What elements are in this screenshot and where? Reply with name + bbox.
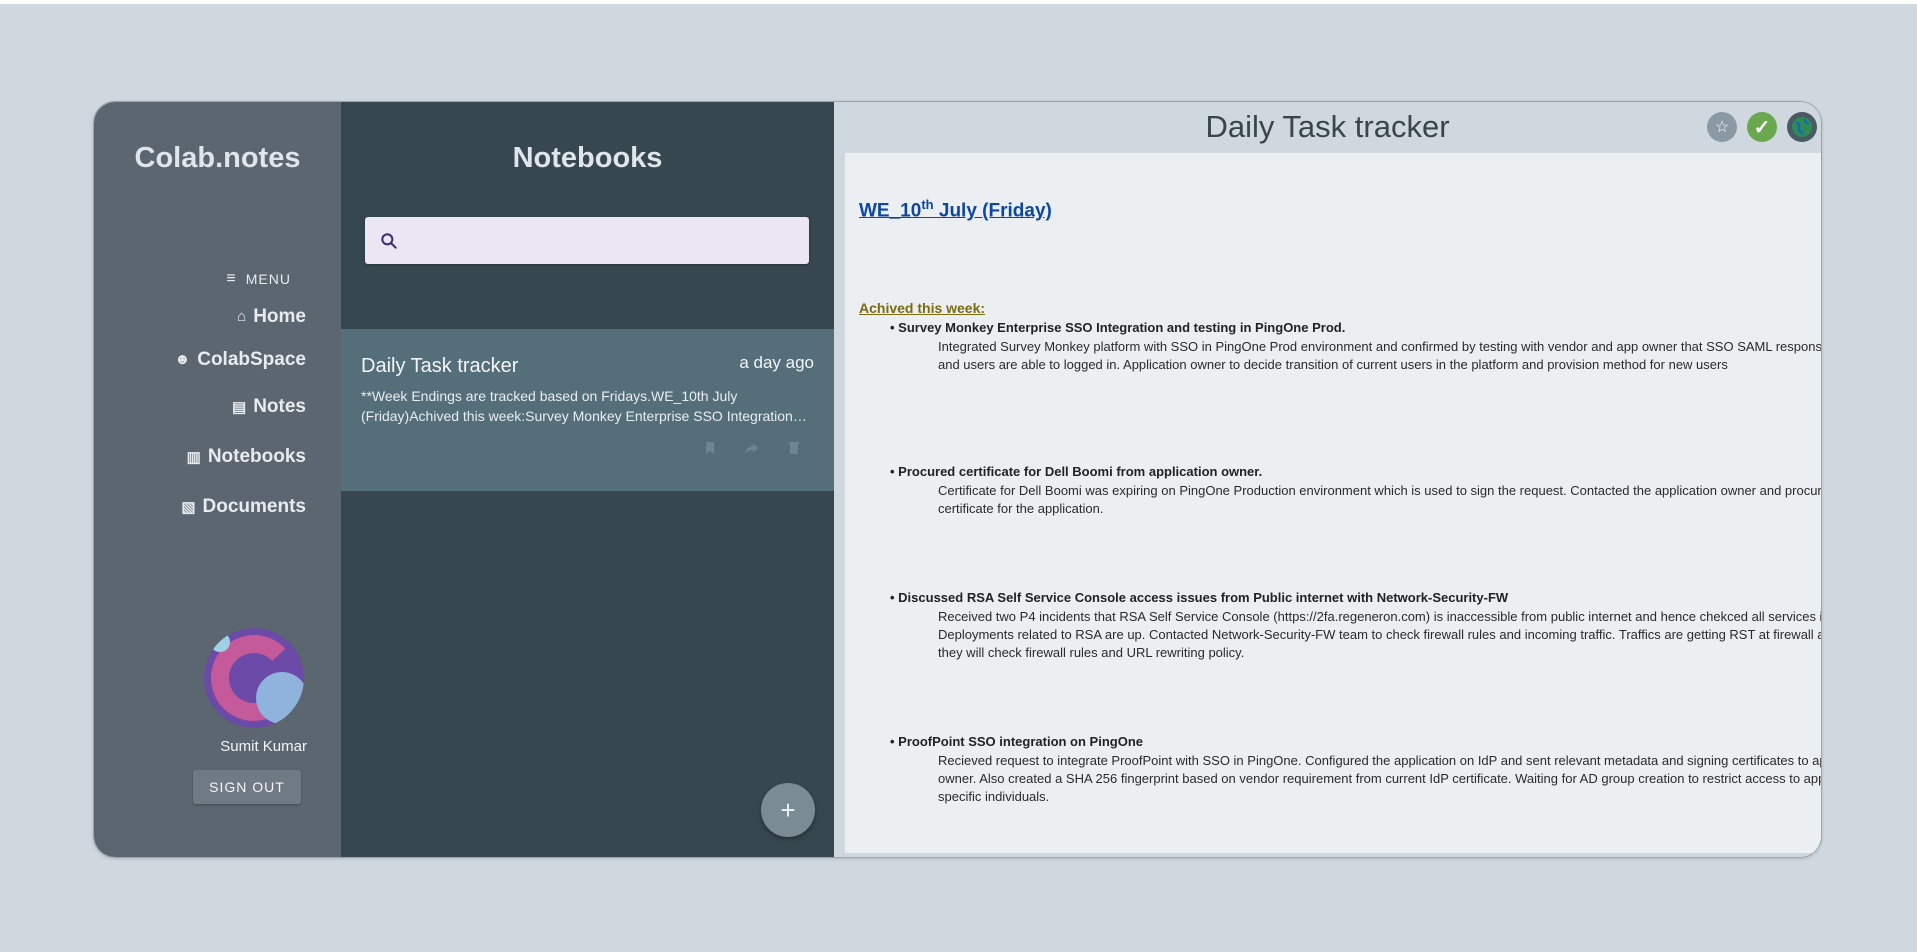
task-item-body: Integrated Survey Monkey platform with S…	[938, 339, 1822, 372]
sidebar-item-label: Notes	[253, 395, 306, 417]
editor-panel: Daily Task tracker ☆ ✓ WE_10th July (Fri…	[834, 102, 1821, 857]
document-icon: ▧	[181, 498, 196, 516]
sidebar-item-label: ColabSpace	[197, 348, 306, 370]
publish-button[interactable]	[1787, 112, 1817, 142]
avatar[interactable]	[204, 628, 304, 728]
task-item-body: Received two P4 incidents that RSA Self …	[938, 609, 1822, 660]
notebooks-icon: ▥	[186, 448, 201, 466]
save-check-button[interactable]: ✓	[1747, 112, 1777, 142]
brand-title: Colab.notes	[134, 142, 301, 174]
search-bar	[365, 217, 809, 264]
sidebar-item-notes[interactable]: ▤ Notes	[174, 392, 306, 421]
editor-actions: ☆ ✓	[1707, 112, 1817, 142]
menu-toggle-button[interactable]: ≡ MENU	[226, 270, 291, 288]
task-item-title: ProofPoint SSO integration on PingOne	[890, 734, 1821, 749]
star-button[interactable]: ☆	[1707, 112, 1737, 142]
add-note-button[interactable]: +	[761, 783, 815, 837]
top-border	[0, 0, 1917, 4]
home-icon: ⌂	[237, 308, 247, 325]
sidebar-item-notebooks[interactable]: ▥ Notebooks	[174, 442, 306, 471]
app-window: Colab.notes ≡ MENU ⌂ Home ☻ ColabSpace ▤…	[93, 101, 1822, 858]
task-item: Discussed RSA Self Service Console acces…	[890, 590, 1822, 662]
week-heading-suffix: July (Friday)	[933, 200, 1052, 222]
notebook-card-actions	[702, 440, 802, 456]
sidebar-nav: ⌂ Home ☻ ColabSpace ▤ Notes ▥ Notebooks …	[174, 302, 306, 521]
week-heading-prefix: WE_10	[859, 200, 922, 222]
notebook-card-title: Daily Task tracker	[361, 355, 519, 377]
avatar-image	[204, 628, 304, 728]
task-item-body: Recieved request to integrate ProofPoint…	[938, 753, 1822, 804]
sidebar-item-colabspace[interactable]: ☻ ColabSpace	[174, 345, 306, 374]
note-content[interactable]: WE_10th July (Friday) Achived this week:…	[845, 153, 1822, 853]
sidebar-item-label: Notebooks	[207, 445, 306, 467]
task-item-title: Survey Monkey Enterprise SSO Integration…	[890, 320, 1821, 335]
user-name: Sumit Kumar	[220, 738, 307, 755]
week-heading-sup: th	[921, 197, 934, 212]
bookmark-icon[interactable]	[702, 440, 718, 456]
search-icon	[381, 232, 397, 249]
delete-icon[interactable]	[786, 440, 802, 456]
task-item-title: Discussed RSA Self Service Console acces…	[890, 590, 1821, 605]
notebook-card-preview: **Week Endings are tracked based on Frid…	[361, 388, 793, 424]
globe-icon	[1792, 117, 1812, 137]
notebooks-title: Notebooks	[512, 142, 663, 174]
sidebar-item-label: Documents	[202, 495, 306, 517]
sidebar: Colab.notes ≡ MENU ⌂ Home ☻ ColabSpace ▤…	[94, 102, 341, 857]
share-icon[interactable]	[744, 440, 760, 456]
hamburger-icon: ≡	[226, 270, 237, 287]
task-item-title: Procured certificate for Dell Boomi from…	[890, 464, 1821, 479]
smile-icon: ☻	[174, 351, 191, 368]
task-item: Survey Monkey Enterprise SSO Integration…	[890, 320, 1822, 374]
star-icon: ☆	[1714, 119, 1730, 136]
check-icon: ✓	[1753, 116, 1771, 139]
notebooks-panel: Notebooks Daily Task tracker a day ago *…	[341, 102, 834, 857]
search-input[interactable]	[409, 219, 809, 262]
sidebar-item-label: Home	[253, 305, 306, 327]
page-title: Daily Task tracker	[1205, 109, 1450, 144]
sign-out-button[interactable]: SIGN OUT	[193, 770, 301, 804]
notebook-card-time: a day ago	[739, 353, 814, 372]
task-item: ProofPoint SSO integration on PingOne Re…	[890, 734, 1822, 806]
sidebar-item-home[interactable]: ⌂ Home	[174, 302, 306, 331]
menu-label: MENU	[245, 271, 291, 287]
task-item-body: Certificate for Dell Boomi was expiring …	[938, 483, 1822, 516]
sidebar-item-documents[interactable]: ▧ Documents	[174, 492, 306, 521]
task-item: Procured certificate for Dell Boomi from…	[890, 464, 1822, 518]
week-heading[interactable]: WE_10th July (Friday)	[859, 197, 1052, 222]
note-icon: ▤	[232, 398, 247, 416]
section-label: Achived this week:	[859, 300, 986, 316]
notebook-card[interactable]: Daily Task tracker a day ago **Week Endi…	[341, 329, 834, 491]
